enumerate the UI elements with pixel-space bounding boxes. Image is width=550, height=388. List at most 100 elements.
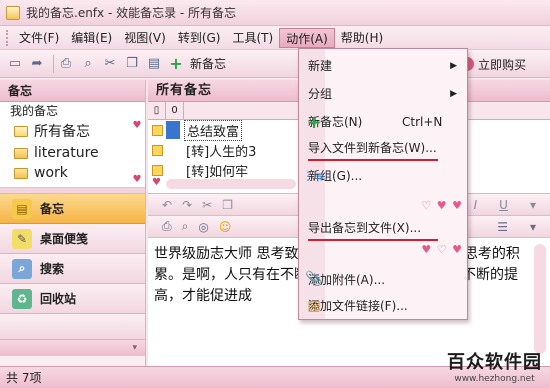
row-selection-marker (166, 141, 180, 159)
title-bar: 我的备忘.enfx - 效能备忘录 - 所有备忘 (0, 0, 550, 26)
menu-view[interactable]: 视图(V) (118, 28, 172, 48)
menu-action[interactable]: 动作(A) (279, 27, 335, 48)
nav-label: 桌面便笺 (40, 232, 89, 246)
menu-goto[interactable]: 转到(G) (172, 28, 227, 48)
tree-scrollbar[interactable]: ♥ ♥ (131, 120, 143, 186)
print-icon[interactable]: ⎙ (162, 219, 172, 234)
format-controls: I U ▾ (462, 198, 546, 212)
preview-icon[interactable]: ⌕ (79, 55, 97, 73)
undo-icon[interactable]: ↶ (162, 198, 172, 212)
item-count: 共 7项 (6, 371, 42, 385)
nav-empty-slot (0, 314, 145, 340)
menu-item-label: 新建 (308, 59, 333, 73)
row-title: 总结致富 (184, 119, 243, 141)
tree-item-all[interactable]: 所有备忘 (0, 120, 145, 142)
search-icon: ⌕ (12, 258, 32, 279)
bullet-list-icon[interactable]: ☰ (497, 220, 508, 234)
menu-edit[interactable]: 编辑(E) (65, 28, 118, 48)
recycle-bin-icon: ♻ (12, 288, 32, 309)
decorative-hearts: ♡ ♥ ♥ (421, 199, 463, 212)
menu-item-new-note[interactable]: 新备忘(N) Ctrl+N (299, 111, 467, 133)
row-title: [转]人生的3 (186, 144, 257, 160)
add-icon[interactable]: + (167, 54, 185, 73)
buy-now-label: 立即购买 (478, 57, 527, 72)
folder-icon (14, 125, 28, 137)
menu-tools[interactable]: 工具(T) (226, 28, 279, 48)
copy-icon[interactable]: ❐ (123, 55, 141, 73)
nav-footer[interactable]: ▾ (0, 340, 145, 356)
menu-grip (6, 29, 9, 46)
nav-recycle-bin[interactable]: ♻ 回收站 (0, 284, 145, 314)
open-folder-icon[interactable]: ➦ (28, 55, 46, 73)
group-tree-icon: ⋮≡ (301, 169, 325, 183)
menu-item-label: 导出备忘到文件(X)... (308, 221, 422, 235)
app-icon (6, 5, 20, 20)
list-controls: ☰ ▾ (485, 220, 546, 234)
tree-item-label: literature (34, 145, 99, 161)
chevron-down-icon: ▾ (132, 343, 137, 353)
left-panel: 备忘 我的备忘 所有备忘 literature work ♥ ♥ ▤ 备忘 ✎ … (0, 80, 146, 366)
new-doc-icon[interactable]: ▭ (6, 55, 24, 73)
editor-scrollbar[interactable] (534, 244, 546, 354)
row-selection-marker (166, 161, 180, 179)
toolbar-chevron-icon[interactable]: ▾ (530, 198, 536, 212)
underline-icon[interactable]: U (499, 198, 508, 212)
menu-item-group[interactable]: 分组 ▶ (299, 83, 467, 105)
paperclip-icon: 📎 (305, 271, 323, 287)
tree-item-literature[interactable]: literature (0, 142, 145, 164)
attachment-column-icon[interactable]: 0 (166, 102, 184, 119)
menu-bar: 文件(F) 编辑(E) 视图(V) 转到(G) 工具(T) 动作(A) 帮助(H… (0, 26, 550, 50)
add-icon: + (306, 111, 322, 133)
redo-icon[interactable]: ↷ (182, 198, 192, 212)
heart-icon: ♥ (132, 120, 142, 131)
type-column-icon[interactable]: ▯ (148, 102, 166, 119)
left-panel-header: 备忘 (0, 80, 145, 102)
watermark: 百众软件园 www.hezhong.net (447, 348, 542, 384)
list-horizontal-scrollbar[interactable] (152, 177, 310, 189)
find-icon[interactable]: ◎ (198, 220, 208, 234)
menu-item-import-file[interactable]: 导入文件到新备忘(W)... (299, 137, 467, 159)
toolbar-chevron-icon[interactable]: ▾ (530, 220, 536, 234)
toolbar-separator (53, 54, 54, 73)
menu-item-add-attachment[interactable]: 添加附件(A)... (299, 269, 467, 291)
folder-icon (14, 147, 28, 159)
italic-icon[interactable]: I (474, 198, 478, 212)
note-tree: 我的备忘 所有备忘 literature work ♥ ♥ (0, 102, 145, 188)
menu-item-new[interactable]: 新建 ▶ (299, 55, 467, 77)
nav-search[interactable]: ⌕ 搜索 (0, 254, 145, 284)
tree-root[interactable]: 我的备忘 (0, 102, 145, 120)
menu-item-new-group[interactable]: 新组(G)... (299, 165, 467, 187)
menu-item-label: 导入文件到新备忘(W)... (308, 141, 437, 155)
action-dropdown-menu: 新建 ▶ 分组 ▶ 新备忘(N) Ctrl+N + 导入文件到新备忘(W)...… (298, 48, 468, 320)
sticky-note-icon: ✎ (12, 228, 32, 249)
note-icon: ▤ (12, 198, 32, 219)
paste-icon[interactable]: ▤ (145, 55, 163, 73)
print-icon[interactable]: ⎙ (57, 55, 75, 73)
new-note-button[interactable]: 新备忘 (190, 55, 226, 72)
nav-label: 回收站 (40, 292, 77, 306)
cut-icon[interactable]: ✂ (202, 198, 212, 212)
emoji-icon[interactable]: ☺ (219, 220, 232, 234)
nav-notes[interactable]: ▤ 备忘 (0, 194, 145, 224)
tree-item-work[interactable]: work (0, 164, 145, 182)
menu-item-label: 添加文件链接(F)... (308, 299, 408, 313)
note-icon (152, 124, 163, 136)
watermark-name: 百众软件园 (447, 352, 542, 373)
menu-help[interactable]: 帮助(H) (335, 28, 389, 48)
menu-file[interactable]: 文件(F) (13, 28, 65, 48)
menu-item-shortcut: Ctrl+N (402, 115, 443, 129)
menu-item-add-file-link[interactable]: 添加文件链接(F)... (299, 295, 467, 317)
cut-icon[interactable]: ✂ (101, 55, 119, 73)
menu-item-export-note[interactable]: 导出备忘到文件(X)... (299, 217, 467, 239)
heart-icon: ♥ (132, 174, 142, 185)
nav-label: 搜索 (40, 262, 65, 276)
note-icon (152, 144, 163, 156)
highlight-underline (308, 239, 438, 241)
file-link-icon: ▨ (307, 298, 321, 314)
decorative-hearts: ♥ ♡ ♥ (421, 243, 463, 256)
preview-icon[interactable]: ⌕ (182, 219, 189, 234)
tree-item-label: work (34, 165, 68, 181)
nav-desktop-sticky[interactable]: ✎ 桌面便笺 (0, 224, 145, 254)
copy-icon[interactable]: ❐ (222, 198, 233, 212)
highlight-underline (308, 159, 438, 161)
